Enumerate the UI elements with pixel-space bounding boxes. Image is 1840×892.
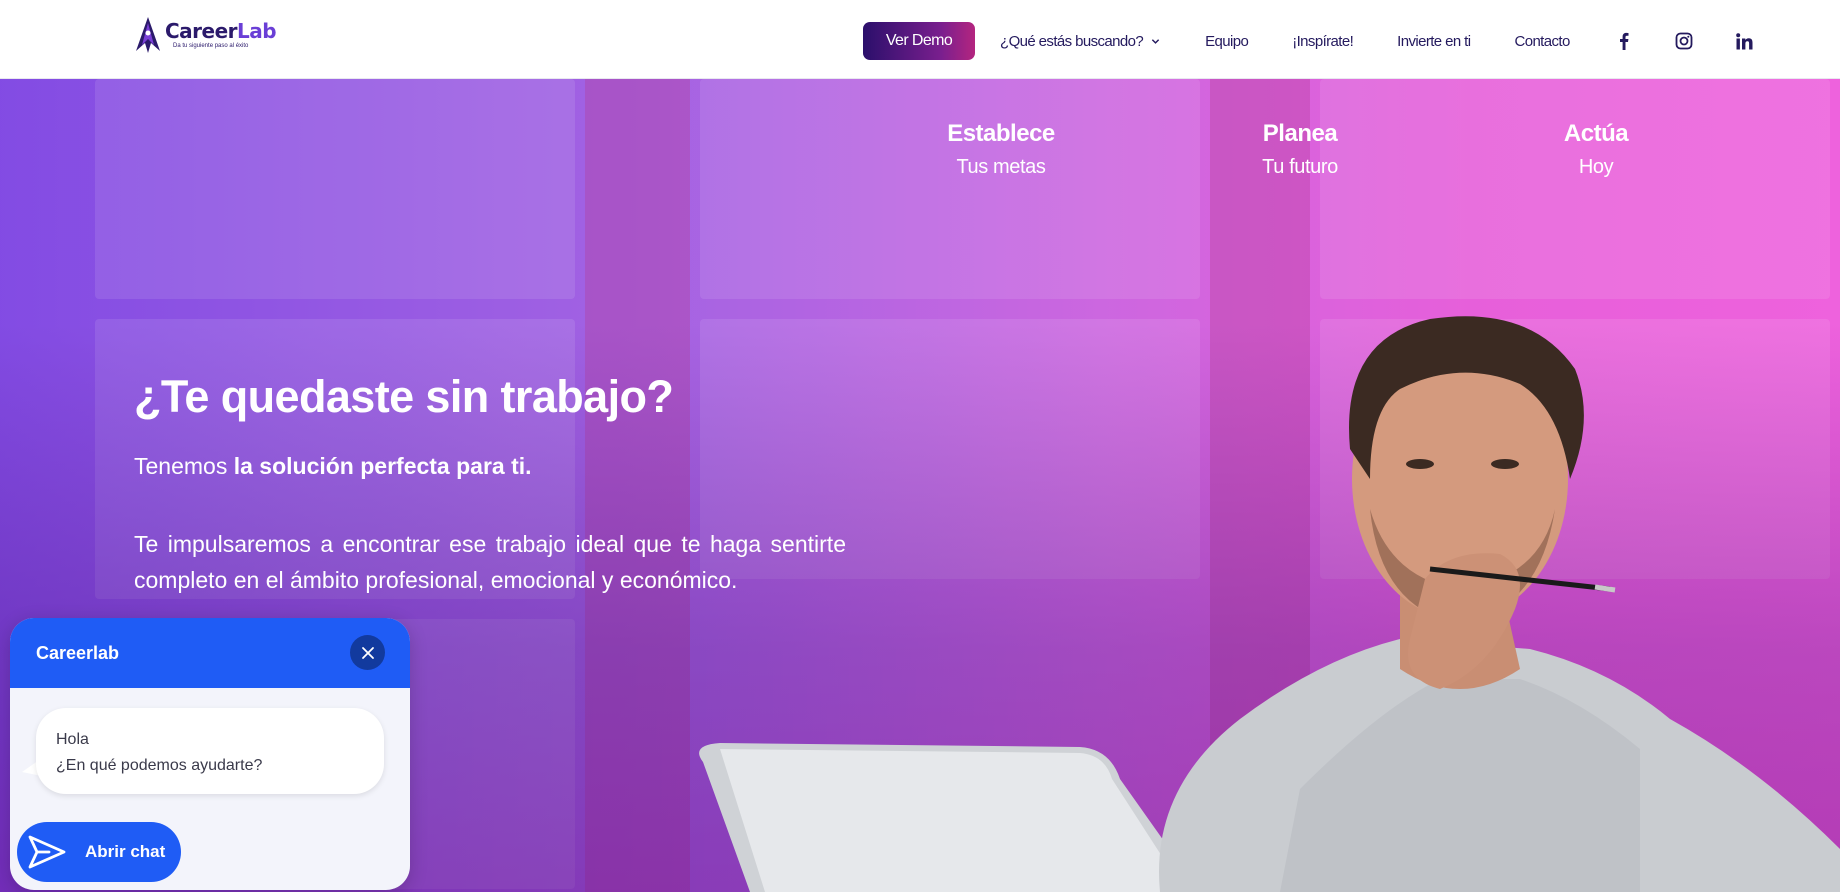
nav-item-label: Invierte en ti [1397, 32, 1471, 50]
main-nav: Ver Demo ¿Qué estás buscando? Equipo ¡In… [863, 22, 1755, 60]
nav-item-contacto[interactable]: Contacto [1514, 32, 1570, 50]
pillar-subtitle: Hoy [1578, 156, 1614, 178]
nav-item-label: Equipo [1205, 32, 1249, 50]
chat-greeting-bubble: Hola ¿En qué podemos ayudarte? [36, 708, 384, 794]
pillar-title: Actúa [1563, 120, 1629, 147]
logo-name-main: Career [165, 19, 238, 43]
nav-item-label: Contacto [1514, 32, 1570, 50]
nav-item-label: ¿Qué estás buscando? [1000, 32, 1144, 50]
instagram-icon[interactable] [1674, 31, 1694, 51]
man-with-laptop-image [699, 316, 1840, 892]
chat-greeting-line: Hola [56, 731, 89, 748]
linkedin-icon[interactable] [1735, 31, 1755, 51]
ver-demo-button[interactable]: Ver Demo [863, 22, 975, 60]
pillar-subtitle: Tus metas [956, 156, 1046, 178]
facebook-icon[interactable] [1614, 31, 1634, 51]
open-chat-button[interactable]: Abrir chat [17, 822, 181, 882]
hero-lead: Tenemos la solución perfecta para ti. [134, 453, 532, 480]
nav-item-inspirate[interactable]: ¡Inspírate! [1292, 32, 1354, 50]
chat-widget: Careerlab Hola ¿En qué podemos ayudarte?… [10, 618, 410, 890]
rocket-logo-icon [136, 17, 160, 53]
send-icon [28, 835, 66, 869]
nav-item-invierte-en-ti[interactable]: Invierte en ti [1397, 32, 1471, 50]
hero-lead-bold: la solución perfecta para ti. [233, 453, 532, 479]
chat-header: Careerlab [10, 618, 410, 688]
chat-greeting-line: ¿En qué podemos ayudarte? [56, 757, 263, 774]
pillar-establece: Establece Tus metas [940, 120, 1062, 179]
pillar-title: Establece [947, 120, 1055, 147]
hero-lead-prefix: Tenemos [134, 453, 234, 479]
nav-item-label: ¡Inspírate! [1292, 32, 1354, 50]
logo-tagline: Da tu siguiente paso al éxito [173, 43, 249, 49]
pillar-planea: Planea Tu futuro [1250, 120, 1350, 179]
chevron-down-icon [1151, 38, 1160, 44]
nav-item-equipo[interactable]: Equipo [1205, 32, 1249, 50]
logo-name-accent: Lab [237, 19, 277, 43]
chat-title: Careerlab [36, 642, 120, 663]
hero-headline: ¿Te quedaste sin trabajo? [134, 371, 674, 422]
pillar-subtitle: Tu futuro [1262, 156, 1338, 178]
open-chat-label: Abrir chat [85, 842, 166, 861]
careerlab-logo[interactable]: CareerLab Da tu siguiente paso al éxito [134, 15, 277, 55]
site-header: CareerLab Da tu siguiente paso al éxito … [0, 0, 1840, 79]
pillar-title: Planea [1262, 120, 1338, 147]
nav-item-que-estas-buscando[interactable]: ¿Qué estás buscando? [1000, 33, 1160, 50]
hero-paragraph: Te impulsaremos a encontrar ese trabajo … [134, 531, 846, 593]
chat-close-button[interactable] [350, 635, 385, 670]
pillar-actua: Actúa Hoy [1555, 120, 1637, 179]
close-icon [361, 646, 374, 659]
